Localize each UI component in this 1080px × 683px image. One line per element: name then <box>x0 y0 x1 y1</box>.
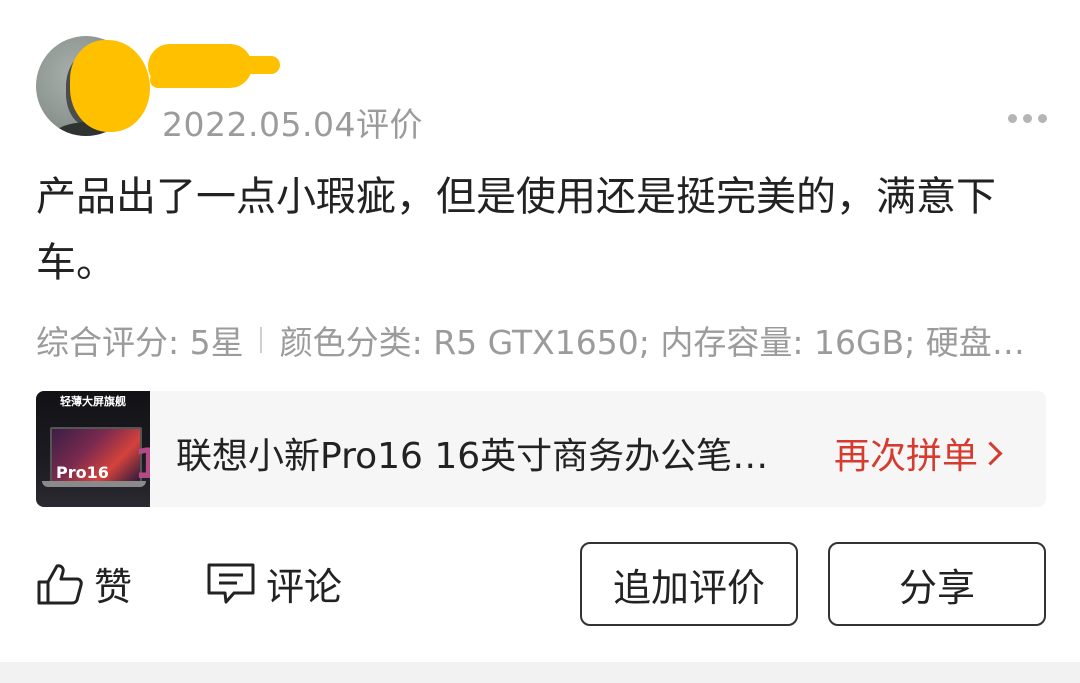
rating-label: 综合评分: 5星 <box>36 323 244 362</box>
dot <box>1038 113 1047 123</box>
dot <box>1023 113 1032 123</box>
reorder-button[interactable]: 再次拼单 <box>834 427 1003 479</box>
reorder-label: 再次拼单 <box>834 436 979 477</box>
dot <box>1008 113 1017 123</box>
review-text: 产品出了一点小瑕疵，但是使用还是挺完美的，满意下车。 <box>36 174 996 286</box>
redaction-mark <box>70 40 150 132</box>
comment-icon <box>207 563 255 603</box>
divider <box>259 327 262 353</box>
like-button[interactable]: 赞 <box>36 556 132 611</box>
product-title[interactable]: 联想小新Pro16 16英寸商务办公笔记本电脑 <box>176 427 796 479</box>
section-divider <box>0 662 1080 683</box>
redaction-mark <box>238 56 280 74</box>
chevron-right-icon <box>978 440 1003 466</box>
product-card[interactable]: 轻薄大屏旗舰 Pro16 16 联想小新Pro16 16英寸商务办公笔记本电脑 … <box>36 391 1046 507</box>
spec-label: 颜色分类: R5 GTX1650; 内存容量: 16GB; 硬盘容量: 512G… <box>279 323 1036 362</box>
thumb-tag: 轻薄大屏旗舰 <box>60 395 126 408</box>
laptop-base <box>42 481 146 487</box>
add-review-button[interactable]: 追加评价 <box>580 542 798 626</box>
product-thumbnail: 轻薄大屏旗舰 Pro16 16 <box>36 391 150 507</box>
comment-button[interactable]: 评论 <box>206 556 342 611</box>
more-options-icon[interactable] <box>1008 112 1048 124</box>
comment-label: 评论 <box>266 565 343 609</box>
like-label: 赞 <box>94 565 133 609</box>
share-button[interactable]: 分享 <box>828 542 1046 626</box>
review-date: 2022.05.04评价 <box>162 105 423 144</box>
redaction-mark <box>150 72 220 88</box>
review-specs: 综合评分: 5星 颜色分类: R5 GTX1650; 内存容量: 16GB; 硬… <box>36 316 1036 364</box>
thumb-model: Pro16 <box>56 463 109 482</box>
thumbs-up-icon <box>37 563 83 604</box>
